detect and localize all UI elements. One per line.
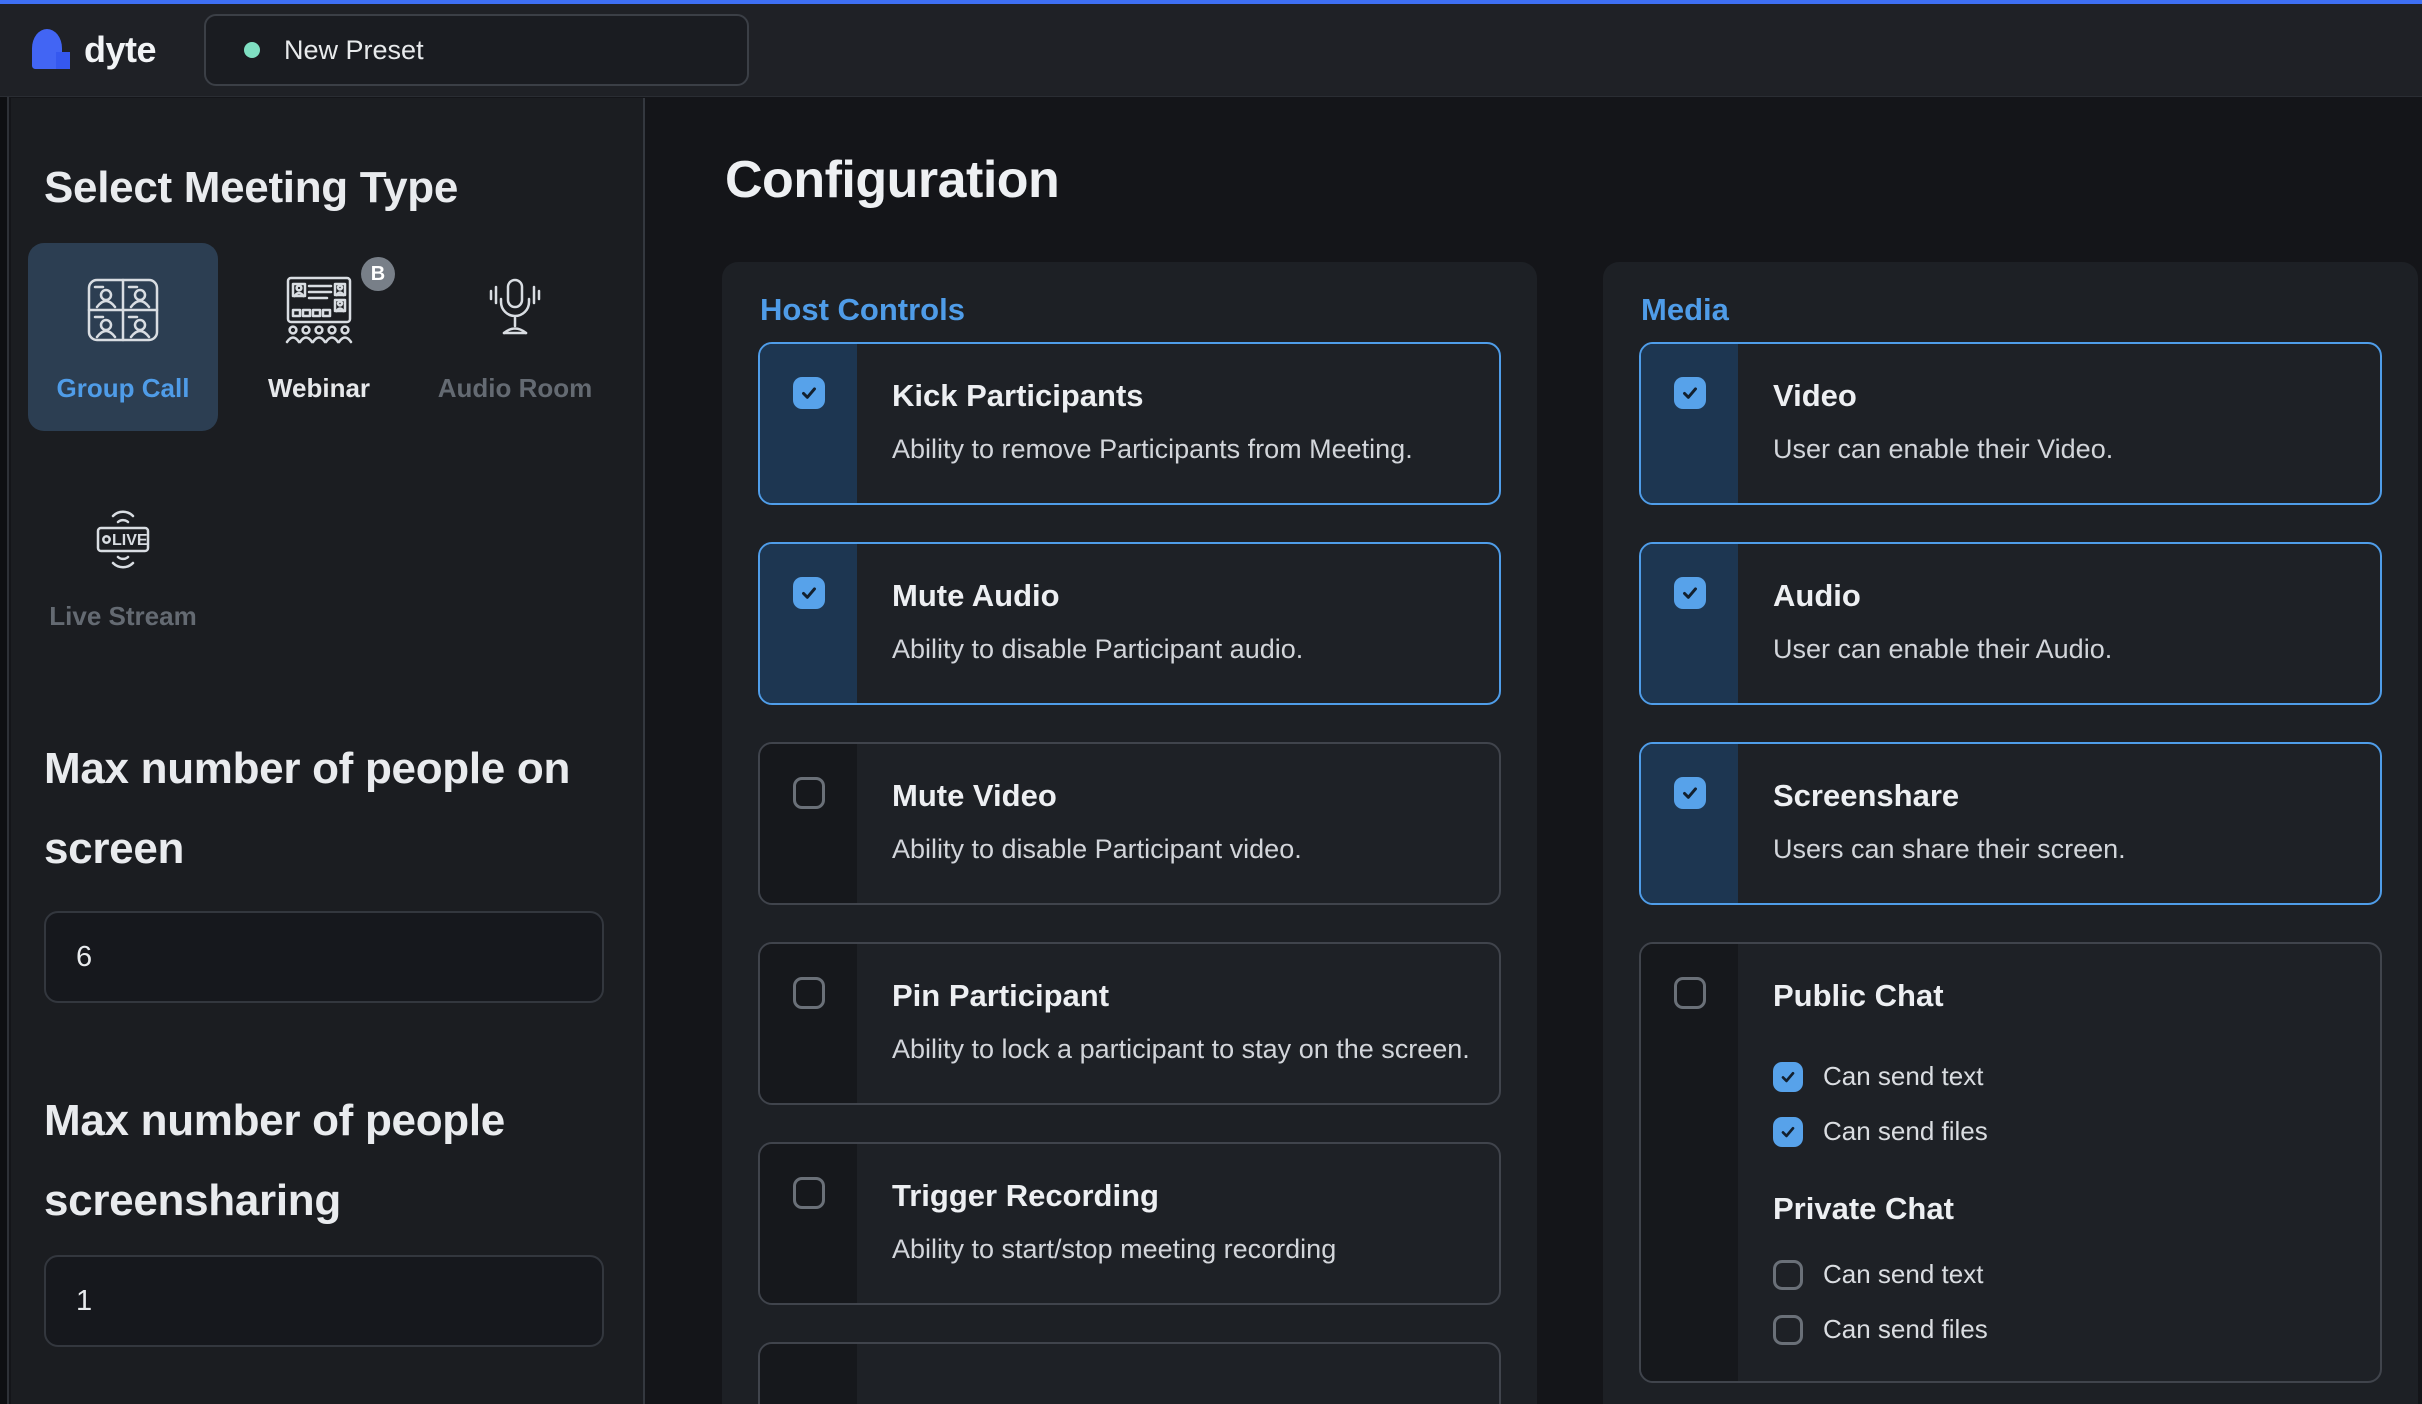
host-controls-title: Host Controls [760,292,1501,328]
permission-card-partial[interactable] [758,1342,1501,1404]
configuration-area: Configuration Host Controls Kick Partici… [647,98,2422,1404]
max-on-screen-label: Max number of people onscreen [44,729,613,889]
permission-card-kick-participants[interactable]: Kick Participants Ability to remove Part… [758,342,1501,505]
private-chat-can-send-files[interactable]: Can send files [1773,1314,2356,1345]
group-call-icon [87,267,159,353]
permission-card-screenshare[interactable]: Screenshare Users can share their screen… [1639,742,2382,905]
card-description: Ability to start/stop meeting recording [892,1226,1475,1272]
config-panels: Host Controls Kick Participants Ability … [722,262,2418,1404]
permission-card-public-chat[interactable]: Public Chat Can send text Can send files [1639,942,2382,1383]
brand-name: dyte [84,29,156,71]
meeting-type-label: Audio Room [438,373,593,404]
card-checkbox-strip [1641,944,1738,1381]
page-title: Configuration [725,148,1059,212]
checkbox-checked-icon[interactable] [793,577,825,609]
meeting-type-live-stream[interactable]: LIVE Live Stream [28,471,218,659]
card-description: Ability to remove Participants from Meet… [892,426,1475,472]
sub-option-label: Can send text [1823,1061,1983,1092]
card-checkbox-strip [760,344,857,503]
max-on-screen-input[interactable] [44,911,604,1003]
checkbox-checked-icon[interactable] [1674,777,1706,809]
sub-option-label: Can send files [1823,1314,1988,1345]
window-left-edge [0,4,9,1404]
card-title: Trigger Recording [892,1177,1475,1215]
public-chat-can-send-files[interactable]: Can send files [1773,1116,2356,1147]
card-description: User can enable their Audio. [1773,626,2356,672]
media-section: Media Video User can enable their Video. [1603,262,2418,1404]
meeting-type-label: Group Call [57,373,190,404]
card-title: Pin Participant [892,977,1475,1015]
checkbox-unchecked-icon[interactable] [1773,1315,1803,1345]
media-title: Media [1641,292,2382,328]
card-title: Mute Video [892,777,1475,815]
card-title: Video [1773,377,2356,415]
checkbox-checked-icon[interactable] [1773,1117,1803,1147]
card-title: Public Chat [1773,977,2356,1015]
sub-option-label: Can send text [1823,1259,1983,1290]
meeting-type-audio-room[interactable]: Audio Room [420,243,610,431]
card-checkbox-strip [760,544,857,703]
card-title: Audio [1773,577,2356,615]
permission-card-video[interactable]: Video User can enable their Video. [1639,342,2382,505]
checkbox-checked-icon[interactable] [1674,377,1706,409]
checkbox-unchecked-icon[interactable] [793,977,825,1009]
dyte-logo: dyte [30,27,156,73]
max-screenshare-input[interactable] [44,1255,604,1347]
permission-card-audio[interactable]: Audio User can enable their Audio. [1639,542,2382,705]
preset-name: New Preset [284,35,424,66]
checkbox-unchecked-icon[interactable] [1773,1260,1803,1290]
checkbox-checked-icon[interactable] [793,377,825,409]
host-controls-section: Host Controls Kick Participants Ability … [722,262,1537,1404]
live-stream-icon: LIVE [89,495,157,581]
preset-status-dot-icon [244,42,260,58]
meeting-type-title: Select Meeting Type [44,154,613,222]
permission-card-mute-audio[interactable]: Mute Audio Ability to disable Participan… [758,542,1501,705]
meeting-type-group-call[interactable]: Group Call [28,243,218,431]
card-checkbox-strip [1641,544,1738,703]
meeting-type-webinar[interactable]: B [224,243,414,431]
max-screenshare-label: Max number of peoplescreensharing [44,1081,613,1241]
card-checkbox-strip [760,1144,857,1303]
sub-option-label: Can send files [1823,1116,1988,1147]
preset-name-field[interactable]: New Preset [204,14,749,86]
card-title: Kick Participants [892,377,1475,415]
meeting-type-grid: Group Call B [28,243,613,659]
public-chat-can-send-text[interactable]: Can send text [1773,1061,2356,1092]
checkbox-unchecked-icon[interactable] [793,777,825,809]
card-title: Screenshare [1773,777,2356,815]
top-accent-bar [0,0,2422,4]
checkbox-unchecked-icon[interactable] [1674,977,1706,1009]
webinar-icon [279,267,359,353]
meeting-type-label: Live Stream [49,601,196,632]
card-description: Users can share their screen. [1773,826,2356,872]
audio-room-icon [482,267,548,353]
card-checkbox-strip [760,744,857,903]
card-checkbox-strip [760,1344,857,1404]
svg-text:LIVE: LIVE [112,532,148,549]
card-checkbox-strip [760,944,857,1103]
card-description: Ability to lock a participant to stay on… [892,1026,1475,1072]
card-title: Mute Audio [892,577,1475,615]
permission-card-mute-video[interactable]: Mute Video Ability to disable Participan… [758,742,1501,905]
checkbox-checked-icon[interactable] [1674,577,1706,609]
dyte-logo-icon [30,27,76,73]
beta-badge: B [361,257,395,291]
card-checkbox-strip [1641,744,1738,903]
private-chat-heading: Private Chat [1773,1191,2356,1227]
checkbox-checked-icon[interactable] [1773,1062,1803,1092]
permission-card-pin-participant[interactable]: Pin Participant Ability to lock a partic… [758,942,1501,1105]
card-description: User can enable their Video. [1773,426,2356,472]
meeting-type-label: Webinar [268,373,370,404]
checkbox-unchecked-icon[interactable] [793,1177,825,1209]
card-checkbox-strip [1641,344,1738,503]
card-description: Ability to disable Participant audio. [892,626,1475,672]
sidebar: Select Meeting Type [11,98,645,1404]
permission-card-trigger-recording[interactable]: Trigger Recording Ability to start/stop … [758,1142,1501,1305]
topbar: dyte New Preset [0,4,2422,97]
private-chat-can-send-text[interactable]: Can send text [1773,1259,2356,1290]
card-description: Ability to disable Participant video. [892,826,1475,872]
